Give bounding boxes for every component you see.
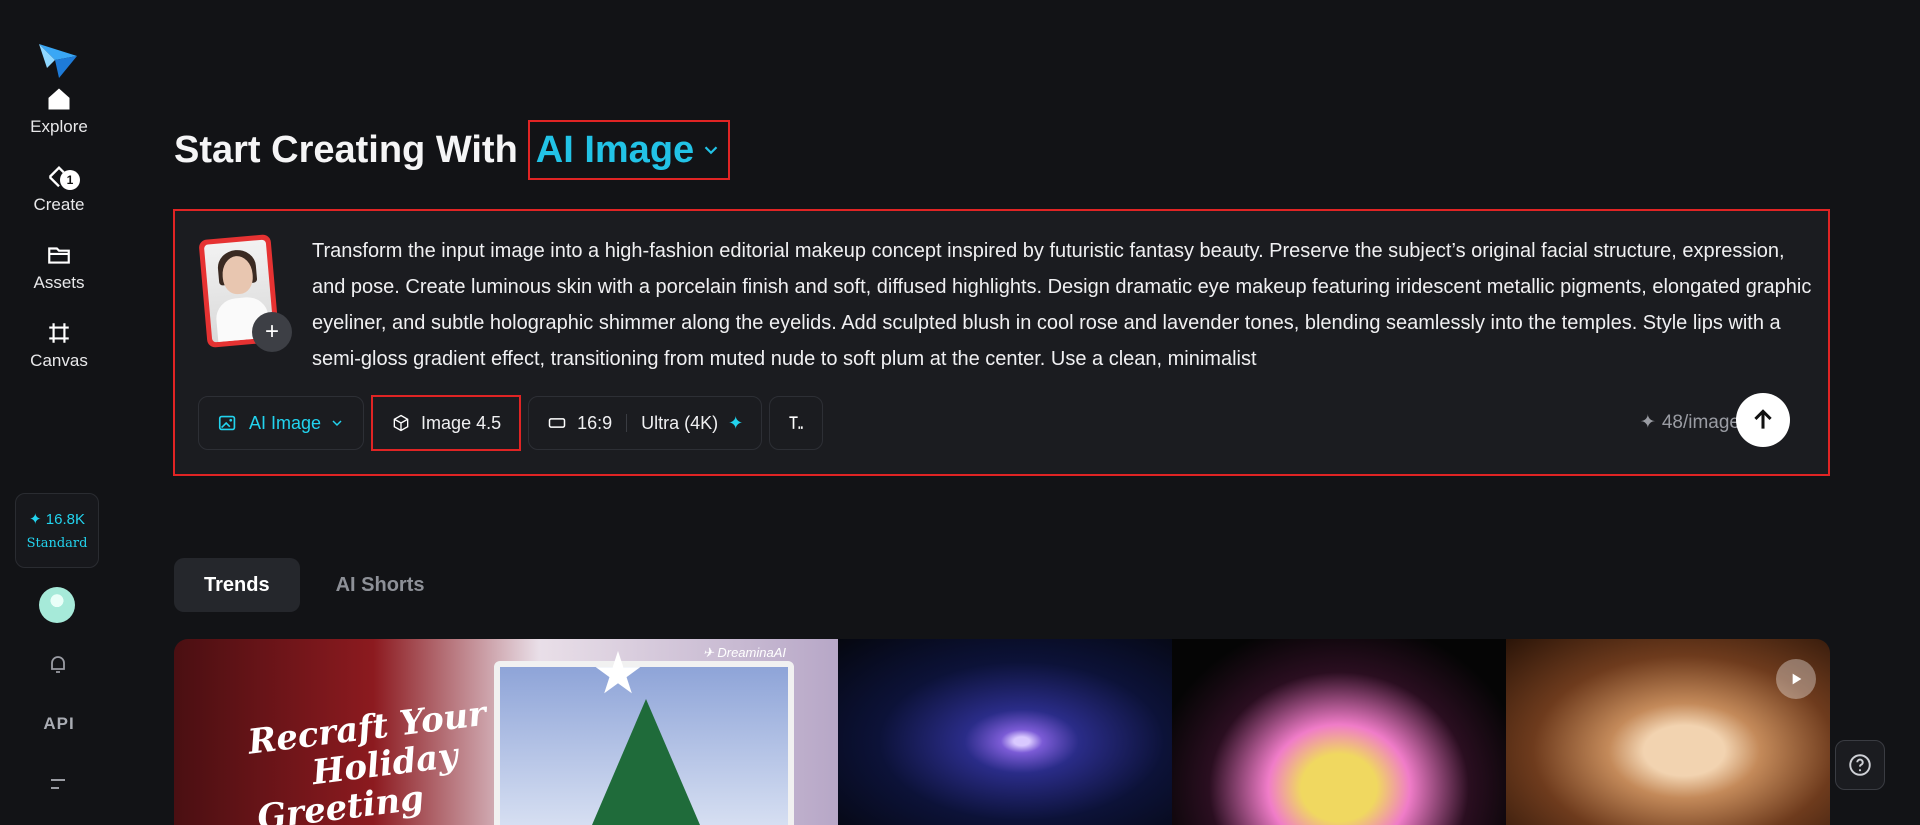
composer-toolbar: AI Image Image 4.5 16:9 Ultra (4K) ✦	[198, 395, 824, 451]
page-title: Start Creating With AI Image	[174, 120, 731, 180]
generate-button[interactable]	[1736, 393, 1790, 447]
model-selector[interactable]: Image 4.5	[371, 395, 522, 451]
sidebar-item-label: Assets	[33, 273, 85, 292]
gallery-card[interactable]	[1172, 639, 1506, 825]
christmas-tree-image	[586, 699, 706, 825]
generation-cost: ✦ 48/image	[1640, 411, 1740, 434]
credits-amount: ✦ 16.8K	[29, 511, 85, 528]
folder-icon	[44, 240, 74, 270]
sparkle-icon: ✦	[1639, 412, 1656, 433]
star-icon: ★	[592, 641, 644, 706]
avatar[interactable]	[39, 587, 75, 623]
gallery-tabs: Trends AI Shorts	[174, 558, 454, 612]
create-badge: 1	[60, 170, 80, 190]
credits-value: 16.8K	[45, 511, 85, 528]
sidebar-item-explore[interactable]: Explore	[0, 84, 118, 137]
sidebar-item-label: Explore	[30, 117, 88, 136]
title-prefix: Start Creating With	[174, 128, 518, 171]
app-logo[interactable]	[37, 40, 79, 80]
trends-gallery: ★ Recraft Your Holiday Greeting ✈ Dreami…	[174, 639, 1830, 825]
aspect-ratio-icon	[548, 418, 566, 428]
canvas-icon	[44, 318, 74, 348]
quality-label: Ultra (4K)	[641, 412, 719, 433]
credits-panel[interactable]: ✦ 16.8K Standard	[15, 493, 99, 568]
prompt-composer: + Transform the input image into a high-…	[173, 209, 1830, 476]
watermark: ✈ DreaminaAI	[702, 645, 786, 660]
chevron-down-icon	[332, 420, 342, 427]
tab-trends[interactable]: Trends	[174, 558, 300, 612]
sidebar-item-label: Canvas	[30, 351, 88, 370]
add-reference-button[interactable]: +	[252, 312, 292, 352]
sidebar: Explore 1 Create Assets Canvas ✦ 16.8K S…	[0, 0, 118, 825]
cost-label: 48/image	[1661, 411, 1740, 433]
cube-icon	[393, 414, 409, 432]
card-title: Recraft Your Holiday Greeting	[246, 694, 497, 825]
model-selector-label: Image 4.5	[421, 412, 502, 433]
menu-icon[interactable]	[44, 770, 72, 798]
play-icon[interactable]	[1776, 659, 1816, 699]
help-button[interactable]	[1835, 740, 1885, 790]
gallery-card[interactable]	[1506, 639, 1830, 825]
mode-selector-label: AI Image	[535, 128, 695, 171]
aspect-ratio-label: 16:9	[577, 412, 613, 433]
sidebar-item-canvas[interactable]: Canvas	[0, 318, 118, 371]
mode-dropdown[interactable]: AI Image	[198, 396, 365, 450]
watermark-text: DreaminaAI	[717, 645, 786, 660]
gallery-card[interactable]	[838, 639, 1172, 825]
sidebar-item-create[interactable]: 1 Create	[0, 162, 118, 215]
bell-icon[interactable]	[44, 650, 72, 678]
help-icon	[1849, 754, 1871, 776]
text-style-button[interactable]	[769, 396, 824, 450]
sidebar-item-assets[interactable]: Assets	[0, 240, 118, 293]
plan-label: Standard	[26, 536, 88, 551]
home-icon	[44, 84, 74, 114]
arrow-up-icon	[1754, 409, 1772, 429]
prompt-input[interactable]: Transform the input image into a high-fa…	[312, 233, 1817, 383]
text-icon	[789, 416, 803, 429]
image-icon	[218, 415, 236, 431]
sidebar-item-label: Create	[33, 195, 85, 214]
tab-ai-shorts[interactable]: AI Shorts	[306, 558, 455, 612]
api-link[interactable]: API	[0, 714, 118, 734]
gallery-card[interactable]: ★ Recraft Your Holiday Greeting ✈ Dreami…	[174, 639, 838, 825]
mode-selector[interactable]: AI Image	[527, 120, 731, 180]
chevron-down-icon	[704, 146, 718, 155]
sparkle-icon: ✦	[728, 412, 744, 433]
create-icon: 1	[44, 162, 80, 192]
divider	[626, 414, 628, 432]
mode-dropdown-label: AI Image	[249, 412, 322, 433]
ratio-quality-selector[interactable]: 16:9 Ultra (4K) ✦	[528, 396, 763, 450]
